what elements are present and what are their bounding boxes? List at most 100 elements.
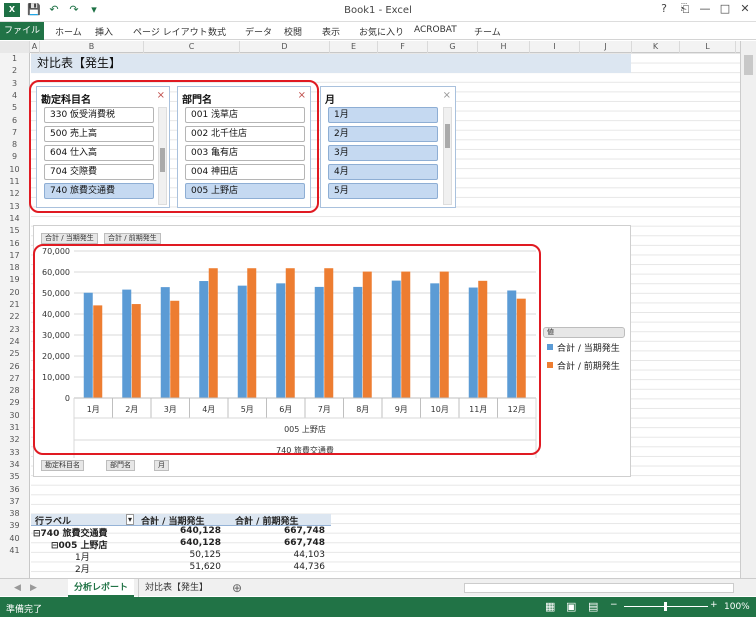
row-header[interactable]: 5 — [0, 103, 29, 115]
column-header[interactable]: A — [30, 41, 40, 53]
sheet-title-cell[interactable]: 対比表【発生】 — [31, 54, 631, 73]
row-header[interactable]: 25 — [0, 349, 29, 361]
row-header[interactable]: 37 — [0, 497, 29, 509]
vertical-scrollbar[interactable] — [740, 41, 756, 586]
tab-home[interactable]: ホーム — [55, 25, 82, 38]
page-layout-view-icon[interactable]: ▣ — [566, 600, 576, 613]
row-header[interactable]: 39 — [0, 521, 29, 533]
row-header[interactable]: 24 — [0, 337, 29, 349]
tab-view[interactable]: 表示 — [322, 25, 340, 38]
row-header[interactable]: 12 — [0, 189, 29, 201]
normal-view-icon[interactable]: ▦ — [545, 600, 555, 613]
select-all-corner[interactable] — [0, 41, 30, 53]
tab-insert[interactable]: 挿入 — [95, 25, 113, 38]
row-header[interactable]: 19 — [0, 275, 29, 287]
column-header[interactable]: L — [680, 41, 736, 53]
column-headers: A B C D E F G H I J K L — [0, 41, 756, 53]
slicer-item-selected[interactable]: 5月 — [328, 183, 438, 199]
zoom-in-button[interactable]: + — [710, 600, 718, 610]
row-header[interactable]: 23 — [0, 325, 29, 337]
tab-page-layout[interactable]: ページ レイアウト — [133, 25, 208, 38]
tab-favorites[interactable]: お気に入り — [359, 25, 404, 38]
clear-filter-icon[interactable]: ⨯ — [443, 90, 451, 101]
row-header[interactable]: 6 — [0, 116, 29, 128]
slicer-scrollbar[interactable] — [443, 107, 452, 205]
filter-icon[interactable]: ▾ — [126, 514, 135, 525]
row-header[interactable]: 4 — [0, 91, 29, 103]
column-header[interactable]: H — [478, 41, 530, 53]
page-break-view-icon[interactable]: ▤ — [588, 600, 598, 613]
sheet-tab[interactable]: 対比表【発生】 — [138, 579, 214, 597]
row-header[interactable]: 36 — [0, 485, 29, 497]
tab-team[interactable]: チーム — [474, 25, 501, 38]
zoom-level[interactable]: 100% — [724, 602, 750, 612]
tab-formulas[interactable]: 数式 — [208, 25, 226, 38]
row-header[interactable]: 8 — [0, 140, 29, 152]
slicer-header: 月 — [325, 95, 335, 106]
row-header[interactable]: 9 — [0, 152, 29, 164]
tab-review[interactable]: 校閲 — [284, 25, 302, 38]
row-header[interactable]: 14 — [0, 214, 29, 226]
zoom-out-button[interactable]: − — [610, 600, 618, 610]
pivot-row[interactable]: 1月 50,125 44,103 — [31, 550, 331, 563]
row-header[interactable]: 18 — [0, 263, 29, 275]
row-header[interactable]: 27 — [0, 374, 29, 386]
row-header[interactable]: 29 — [0, 398, 29, 410]
row-header[interactable]: 28 — [0, 386, 29, 398]
column-header[interactable]: F — [378, 41, 428, 53]
row-header[interactable]: 21 — [0, 300, 29, 312]
row-header[interactable]: 40 — [0, 534, 29, 546]
row-header[interactable]: 11 — [0, 177, 29, 189]
tab-file[interactable]: ファイル — [0, 22, 44, 40]
row-header[interactable]: 7 — [0, 128, 29, 140]
slicer-item-selected[interactable]: 1月 — [328, 107, 438, 123]
sheet-tab-active[interactable]: 分析レポート — [68, 579, 135, 597]
row-header[interactable]: 35 — [0, 472, 29, 484]
row-header[interactable]: 30 — [0, 411, 29, 423]
slicer-item-selected[interactable]: 4月 — [328, 164, 438, 180]
row-header[interactable]: 2 — [0, 66, 29, 78]
legend-header-button[interactable]: 値 — [543, 327, 625, 338]
row-header[interactable]: 20 — [0, 288, 29, 300]
row-header[interactable]: 17 — [0, 251, 29, 263]
tab-nav-right-icon[interactable]: ▶ — [24, 579, 43, 597]
zoom-slider-thumb[interactable] — [664, 602, 667, 611]
row-header[interactable]: 31 — [0, 423, 29, 435]
row-header[interactable]: 16 — [0, 239, 29, 251]
column-header[interactable]: E — [330, 41, 378, 53]
row-header[interactable]: 41 — [0, 546, 29, 558]
row-header[interactable]: 3 — [0, 79, 29, 91]
column-header[interactable]: K — [632, 41, 680, 53]
minimize-button[interactable]: — — [697, 2, 713, 16]
pivot-row[interactable]: 2月 51,620 44,736 — [31, 562, 331, 575]
ribbon-display-icon[interactable]: ⎗ — [677, 2, 693, 16]
row-header[interactable]: 1 — [0, 54, 29, 66]
pivot-row[interactable]: ⊟740 旅費交通費 640,128 667,748 — [31, 526, 331, 539]
pivot-row[interactable]: ⊟005 上野店 640,128 667,748 — [31, 538, 331, 551]
row-header[interactable]: 33 — [0, 448, 29, 460]
maximize-button[interactable]: □ — [717, 2, 733, 16]
row-header[interactable]: 10 — [0, 165, 29, 177]
horizontal-scrollbar[interactable] — [464, 583, 734, 593]
row-header[interactable]: 32 — [0, 435, 29, 447]
column-header[interactable]: D — [240, 41, 330, 53]
tab-data[interactable]: データ — [245, 25, 272, 38]
legend-label: 合計 / 前期発生 — [557, 362, 620, 372]
row-header[interactable]: 34 — [0, 460, 29, 472]
row-header[interactable]: 38 — [0, 509, 29, 521]
row-header[interactable]: 15 — [0, 226, 29, 238]
column-header[interactable]: J — [580, 41, 632, 53]
slicer-item-selected[interactable]: 2月 — [328, 126, 438, 142]
row-header[interactable]: 22 — [0, 312, 29, 324]
add-sheet-icon[interactable]: ⊕ — [226, 579, 248, 597]
row-header[interactable]: 13 — [0, 202, 29, 214]
column-header[interactable]: I — [530, 41, 580, 53]
column-header[interactable]: G — [428, 41, 478, 53]
help-icon[interactable]: ? — [656, 2, 672, 16]
close-button[interactable]: ✕ — [737, 2, 753, 16]
slicer-item-selected[interactable]: 3月 — [328, 145, 438, 161]
tab-acrobat[interactable]: ACROBAT — [414, 25, 457, 35]
column-header[interactable]: C — [144, 41, 240, 53]
row-header[interactable]: 26 — [0, 362, 29, 374]
column-header[interactable]: B — [40, 41, 144, 53]
